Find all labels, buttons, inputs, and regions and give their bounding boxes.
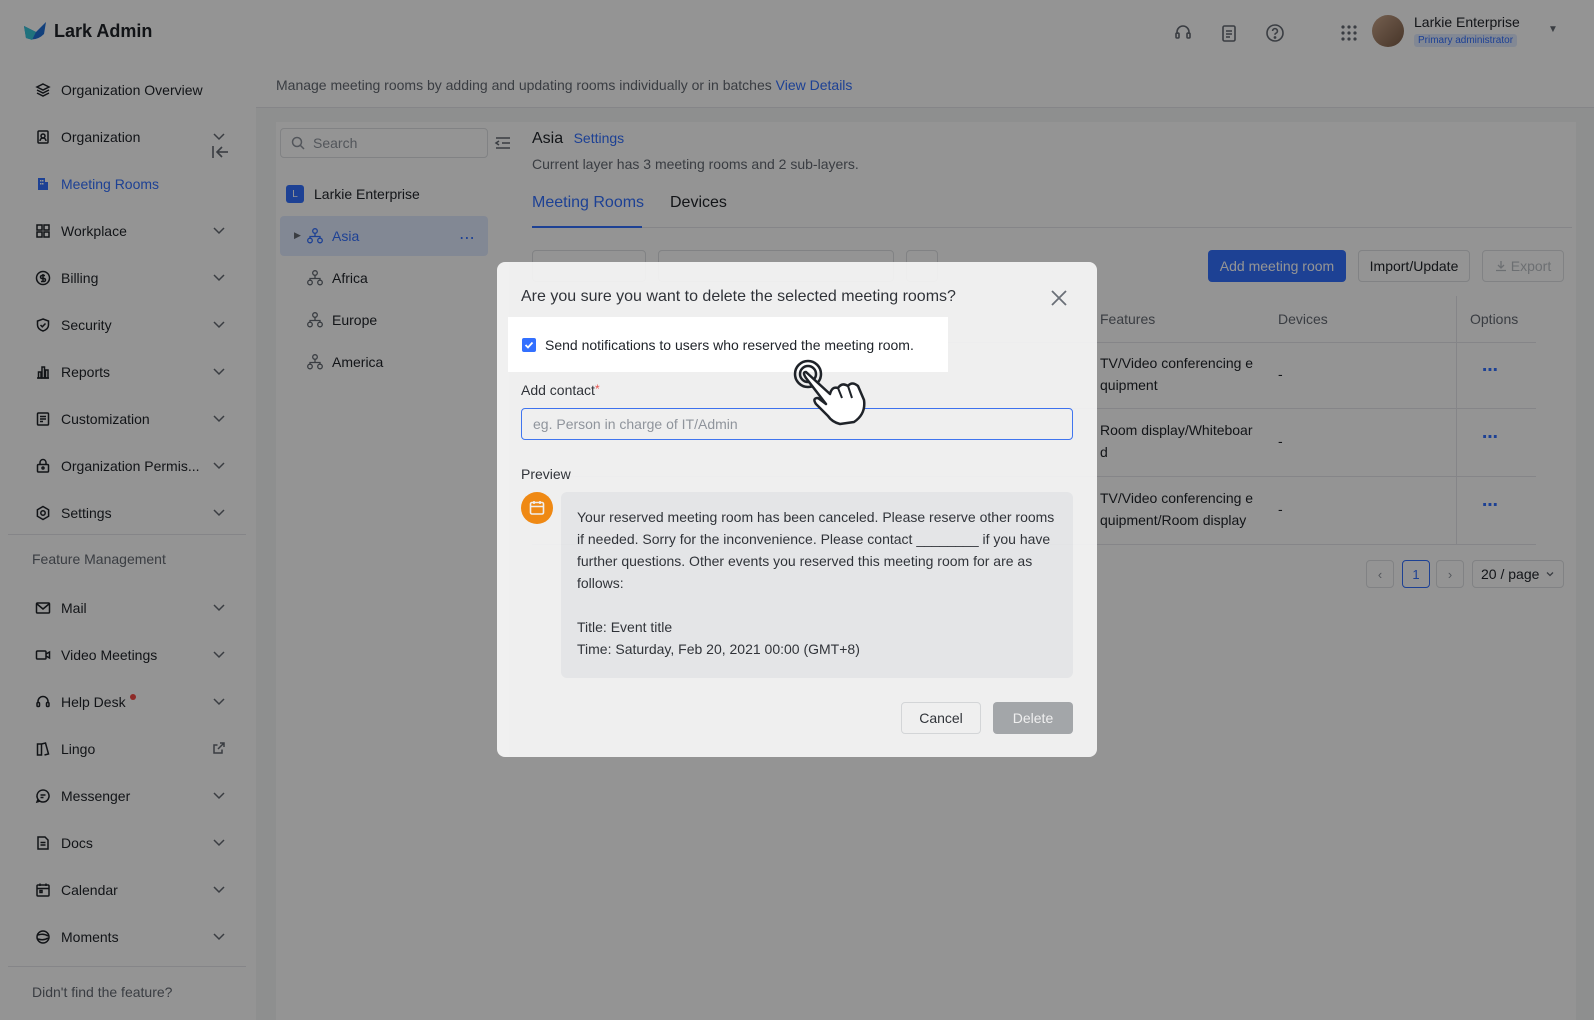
close-icon[interactable] — [1047, 286, 1071, 310]
add-contact-label-text: Add contact — [521, 382, 595, 398]
preview-label: Preview — [521, 466, 571, 482]
cancel-button[interactable]: Cancel — [901, 702, 981, 734]
notify-checkbox-label: Send notifications to users who reserved… — [545, 337, 914, 353]
preview-event-title: Title: Event title — [577, 619, 673, 635]
add-contact-label: Add contact* — [521, 382, 600, 398]
hand-pointer-icon — [793, 359, 866, 426]
dialog-title: Are you sure you want to delete the sele… — [521, 288, 956, 305]
preview-message-text: Your reserved meeting room has been canc… — [577, 509, 1055, 591]
preview-message-box: Your reserved meeting room has been canc… — [561, 492, 1073, 678]
notify-checkbox-row[interactable]: Send notifications to users who reserved… — [508, 317, 948, 372]
calendar-bot-avatar — [521, 492, 553, 524]
delete-button[interactable]: Delete — [993, 702, 1073, 734]
preview-event-time: Time: Saturday, Feb 20, 2021 00:00 (GMT+… — [577, 641, 860, 657]
check-icon — [524, 341, 534, 349]
required-asterisk: * — [594, 382, 600, 396]
calendar-icon — [529, 501, 545, 515]
notify-checkbox[interactable] — [522, 338, 536, 352]
